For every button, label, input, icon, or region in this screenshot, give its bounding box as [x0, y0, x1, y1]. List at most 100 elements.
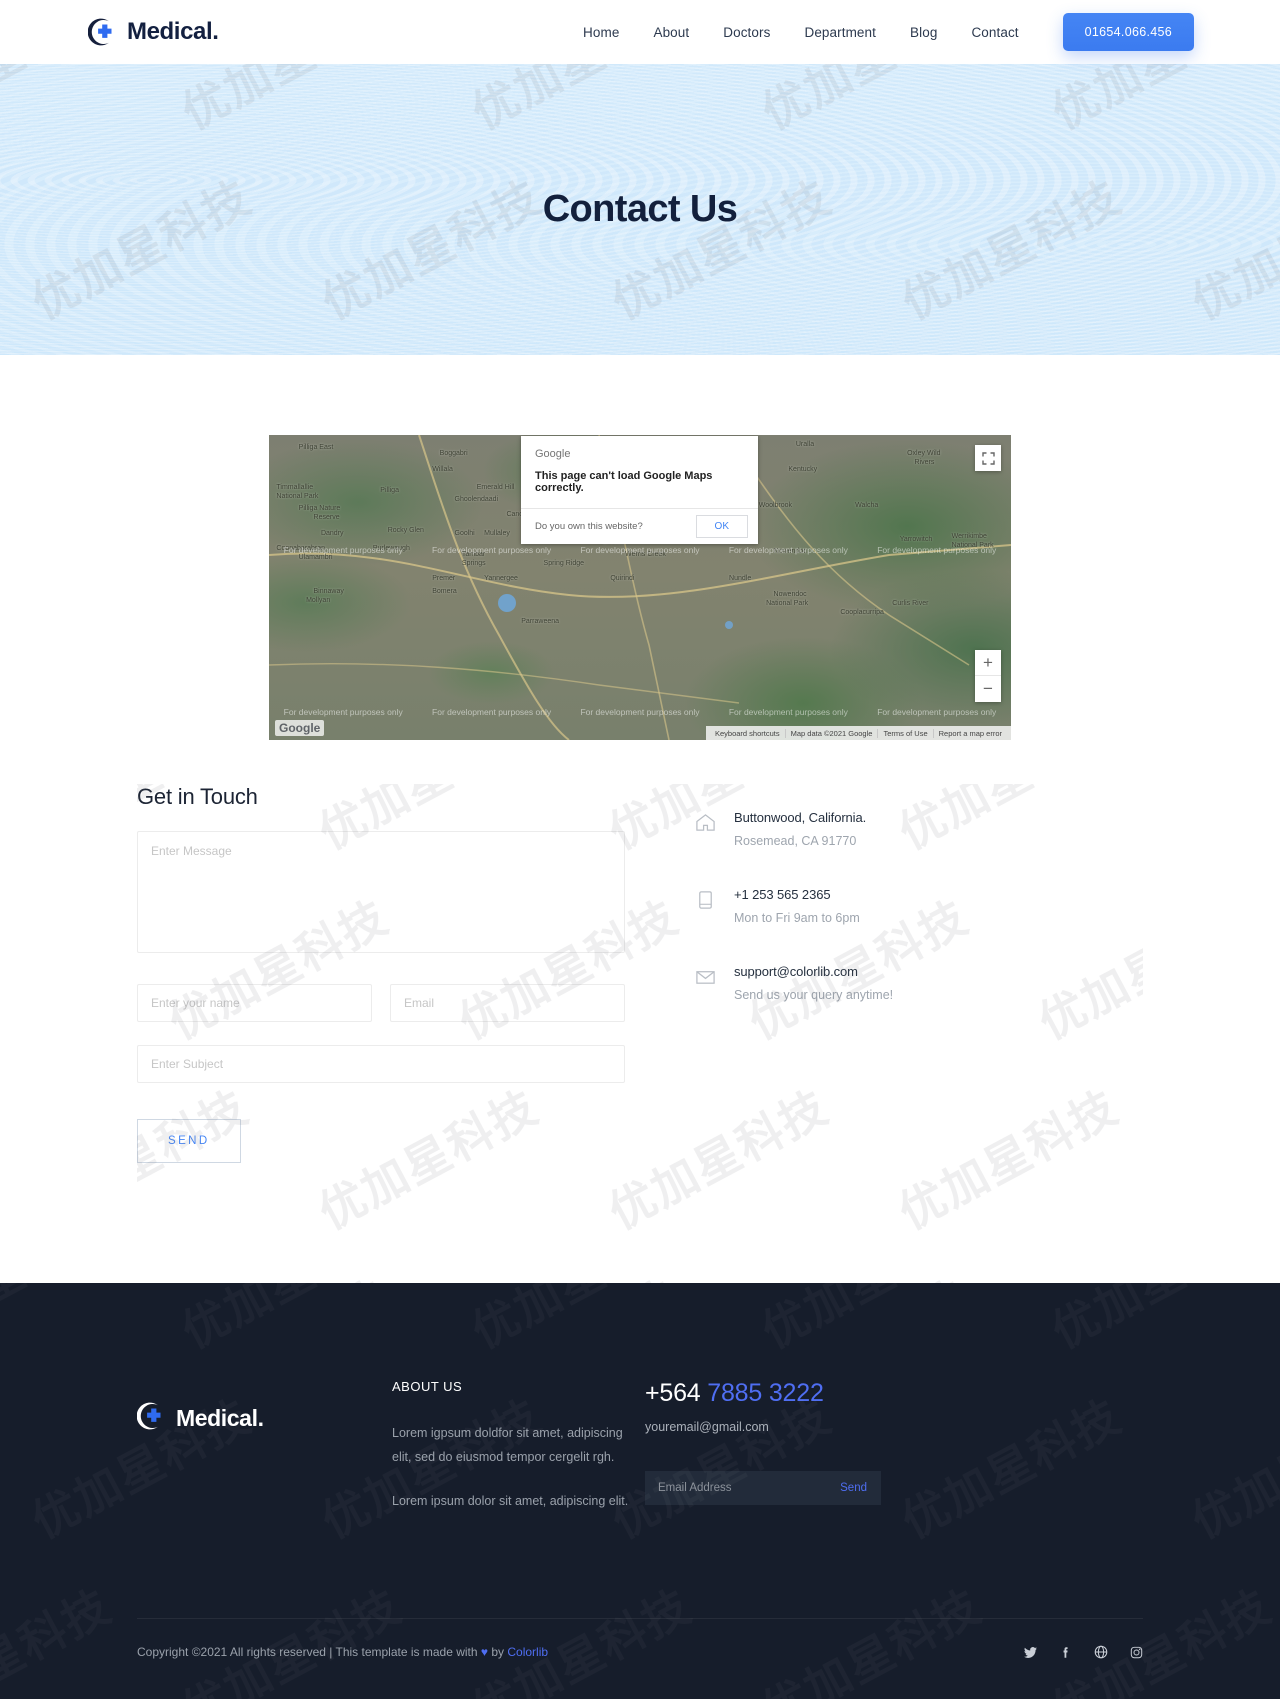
social-links [1024, 1645, 1143, 1659]
email-sub: Send us your query anytime! [734, 988, 894, 1002]
logo-text: Medical. [127, 18, 219, 45]
map-keyboard-shortcuts[interactable]: Keyboard shortcuts [710, 728, 786, 738]
map-place-label: Quirindi [610, 575, 635, 583]
footer-phone-prefix: +564 [645, 1379, 701, 1407]
map-dev-watermark: For development purposes only [877, 545, 997, 555]
map-place-label: Cooplacurripa [840, 608, 884, 616]
circle-cross-icon [87, 17, 118, 47]
address-sub: Rosemead, CA 91770 [734, 834, 857, 848]
copyright-pre: Copyright ©2021 All rights reserved | Th… [137, 1645, 481, 1660]
map-place-label: Reserve [313, 514, 340, 522]
nav-item-department[interactable]: Department [787, 25, 893, 40]
map-place-label: Spring Ridge [543, 560, 584, 568]
watermark-text: 优加星科技 [893, 171, 1130, 329]
nav-item-doctors[interactable]: Doctors [706, 25, 787, 40]
watermark-text: 优加星科技 [459, 64, 702, 142]
map-dev-watermark: For development purposes only [432, 707, 552, 717]
nav-item-contact[interactable]: Contact [954, 25, 1035, 40]
map-place-label: Werrikimbe [951, 532, 987, 540]
map-report-error-link[interactable]: Report a map error [934, 729, 1007, 738]
main-nav: Home About Doctors Department Blog Conta… [566, 13, 1194, 51]
contact-info-phone: +1 253 565 2365 Mon to Fri 9am to 6pm [695, 887, 995, 927]
map-place-label: Binnaway [313, 587, 344, 595]
site-header: Medical. Home About Doctors Department B… [0, 0, 1280, 64]
watermark-text: 优加星科技 [1039, 64, 1280, 142]
map-place-label: Pilliga [380, 486, 399, 494]
copyright-text: Copyright ©2021 All rights reserved | Th… [137, 1645, 548, 1659]
newsletter-send-button[interactable]: Send [826, 1471, 881, 1505]
site-footer: Medical. ABOUT US Lorem igpsum doldfor s… [0, 1283, 1280, 1699]
site-logo[interactable]: Medical. [87, 17, 219, 47]
map-terms-link[interactable]: Terms of Use [878, 728, 934, 738]
watermark-text: 优加星科技 [313, 171, 550, 329]
map-zoom-out-button[interactable]: − [975, 676, 1001, 702]
map-data-credit: Map data ©2021 Google [786, 728, 879, 738]
email-input[interactable] [390, 984, 625, 1022]
map-place-label: Nowendoc [773, 590, 807, 598]
map-place-label: National Park [276, 492, 319, 500]
contact-info-email: support@colorlib.com Send us your query … [695, 964, 995, 1004]
contact-info-list: Buttonwood, California. Rosemead, CA 917… [695, 784, 995, 1163]
nav-item-blog[interactable]: Blog [893, 25, 954, 40]
contact-info-address: Buttonwood, California. Rosemead, CA 917… [695, 810, 995, 850]
footer-phone-number: 7885 3222 [707, 1379, 824, 1407]
google-map[interactable]: Pilliga East Boggabri Uralla Oxley Wild Rive… [269, 435, 1011, 740]
dialog-own-question: Do you own this website? [535, 521, 643, 532]
watermark-text: 优加星科技 [156, 1262, 399, 1283]
watermark-text: 优加星科技 [1179, 1381, 1280, 1552]
watermark-text: 优加星科技 [1183, 171, 1280, 329]
watermark-text: 优加星科技 [0, 352, 121, 355]
map-zoom-in-button[interactable]: + [975, 650, 1001, 676]
watermark-text: 优加星科技 [749, 352, 992, 355]
map-dev-watermark: For development purposes only [728, 707, 848, 717]
envelope-icon [695, 964, 717, 1004]
newsletter-email-input[interactable] [645, 1471, 827, 1505]
map-dev-watermark-row: For development purposes only For develop… [269, 707, 1011, 717]
map-place-label: Parraweena [521, 618, 560, 625]
circle-cross-icon [136, 1401, 167, 1436]
subject-input[interactable] [137, 1045, 625, 1083]
map-dev-watermark: For development purposes only [580, 707, 700, 717]
map-dev-watermark: For development purposes only [877, 707, 997, 717]
heart-icon: ♥ [480, 1645, 489, 1660]
contact-section: Get in Touch SEND Buttonwood, California… [137, 784, 1143, 1283]
phone-sub: Mon to Fri 9am to 6pm [734, 911, 860, 925]
map-place-label: Mollyan [306, 596, 331, 604]
name-input[interactable] [137, 984, 372, 1022]
footer-contact: +564 7885 3222 youremail@gmail.com Send [645, 1379, 945, 1532]
dialog-ok-button[interactable]: OK [695, 515, 748, 538]
watermark-text: 优加星科技 [446, 1262, 689, 1283]
send-button[interactable]: SEND [137, 1119, 241, 1163]
watermark-text: 优加星科技 [459, 352, 702, 355]
colorlib-link[interactable]: Colorlib [507, 1645, 548, 1659]
footer-about-paragraph: Lorem igpsum doldfor sit amet, adipiscin… [392, 1426, 623, 1465]
header-phone-button[interactable]: 01654.066.456 [1062, 13, 1194, 51]
watermark-text: 优加星科技 [1039, 352, 1280, 355]
phone-title: +1 253 565 2365 [734, 887, 831, 902]
globe-icon[interactable] [1094, 1645, 1108, 1659]
watermark-text: 优加星科技 [23, 171, 260, 329]
map-place-label: Yannergee [484, 575, 518, 583]
google-logo[interactable]: Google [275, 720, 325, 736]
nav-item-about[interactable]: About [636, 25, 706, 40]
watermark-text: 优加星科技 [0, 1571, 121, 1699]
map-fullscreen-button[interactable] [975, 445, 1001, 471]
map-place-label: Uralla [795, 441, 815, 449]
phone-icon [695, 887, 717, 927]
copyright-by: by [488, 1645, 508, 1660]
map-place-label: Pilliga East [298, 444, 334, 452]
map-place-label: Woolbrook [758, 502, 793, 510]
watermark-text: 优加星科技 [1026, 1262, 1143, 1283]
map-place-label: National Park [766, 599, 809, 607]
contact-heading: Get in Touch [137, 784, 258, 809]
contact-info-text: Buttonwood, California. Rosemead, CA 917… [734, 810, 866, 850]
footer-logo[interactable]: Medical. [136, 1401, 392, 1436]
map-place-label: Emerald Hill [476, 483, 515, 491]
nav-item-home[interactable]: Home [566, 25, 636, 40]
map-place-label: Bomera [432, 587, 457, 595]
message-textarea[interactable] [137, 831, 625, 953]
map-zoom-controls[interactable]: + − [975, 650, 1001, 702]
map-place-label: Premer [432, 575, 456, 583]
footer-phone: +564 7885 3222 [645, 1379, 945, 1408]
map-place-label: Curlis River [892, 599, 929, 607]
